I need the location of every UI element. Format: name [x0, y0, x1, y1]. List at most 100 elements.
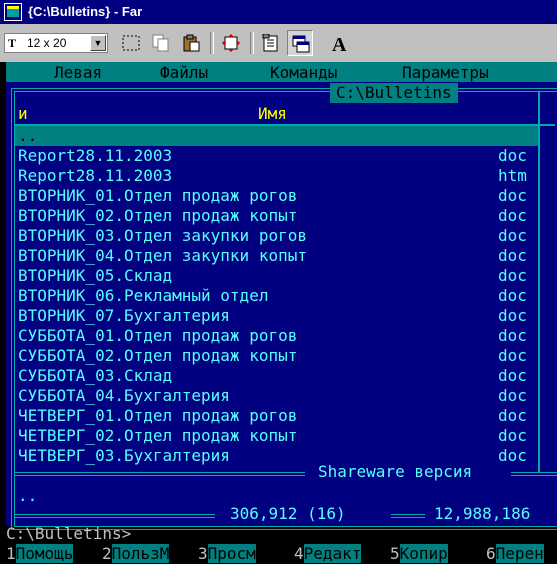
fullscreen-icon	[222, 34, 240, 52]
font-button[interactable]: A	[326, 30, 352, 56]
key-f2[interactable]: 2ПользМ	[102, 544, 170, 564]
menu-left[interactable]: Левая	[54, 63, 102, 82]
file-row[interactable]: Report28.11.2003 doc	[18, 146, 543, 166]
parent-dir: ..	[18, 126, 38, 145]
file-name: ВТОРНИК_03.Отдел закупки рогов	[18, 226, 307, 245]
file-ext: doc	[498, 326, 527, 345]
file-row[interactable]: СУББОТА_03.Склад doc	[18, 366, 543, 386]
file-name: СУББОТА_04.Бухгалтерия	[18, 386, 230, 405]
file-name: СУББОТА_01.Отдел продаж рогов	[18, 326, 298, 345]
key-f6-label: Перен	[495, 544, 544, 563]
file-row[interactable]: СУББОТА_04.Бухгалтерия doc	[18, 386, 543, 406]
menu-bar: Левая Файлы Команды Параметры	[6, 62, 557, 82]
file-name: СУББОТА_02.Отдел продаж копыт	[18, 346, 298, 365]
command-line[interactable]: C:\Bulletins>	[6, 524, 131, 543]
info-separator	[511, 472, 557, 476]
free-space: 12,988,186	[432, 504, 533, 523]
paste-icon	[183, 34, 200, 52]
file-row[interactable]: ВТОРНИК_03.Отдел закупки рогов doc	[18, 226, 543, 246]
file-row[interactable]: Report28.11.2003 htm	[18, 166, 543, 186]
file-ext: doc	[498, 246, 527, 265]
file-ext: doc	[498, 266, 527, 285]
far-console: Левая Файлы Команды Параметры C:\Bulleti…	[0, 62, 557, 564]
key-f6[interactable]: 6Перен	[486, 544, 544, 564]
file-ext: doc	[498, 206, 527, 225]
file-ext: doc	[498, 226, 527, 245]
file-name: Report28.11.2003	[18, 166, 173, 185]
toolbar: T 12 x 20 ▼ A	[0, 24, 557, 63]
file-name: ВТОРНИК_07.Бухгалтерия	[18, 306, 230, 325]
info-separator	[15, 472, 305, 476]
key-f5[interactable]: 5Копир	[390, 544, 448, 564]
info-current-name: ..	[18, 486, 38, 505]
select-icon	[122, 35, 140, 51]
file-name: СУББОТА_03.Склад	[18, 366, 173, 385]
file-ext: doc	[498, 406, 527, 425]
menu-commands[interactable]: Команды	[270, 63, 337, 82]
toolbar-separator	[210, 32, 214, 54]
file-name: ЧЕТВЕРГ_03.Бухгалтерия	[18, 446, 230, 465]
file-row[interactable]: СУББОТА_01.Отдел продаж рогов doc	[18, 326, 543, 346]
column-header-name[interactable]: Имя	[258, 104, 287, 123]
selected-row[interactable]: ..	[15, 126, 538, 146]
file-ext: doc	[498, 286, 527, 305]
bottom-frame	[391, 514, 425, 518]
svg-text:A: A	[332, 34, 347, 54]
file-row[interactable]: ВТОРНИК_06.Рекламный отдел doc	[18, 286, 543, 306]
file-name: ВТОРНИК_02.Отдел продаж копыт	[18, 206, 298, 225]
file-row[interactable]: СУББОТА_02.Отдел продаж копыт doc	[18, 346, 543, 366]
key-f4-label: Редакт	[303, 544, 362, 563]
file-row[interactable]: ЧЕТВЕРГ_01.Отдел продаж рогов doc	[18, 406, 543, 426]
key-f1-label: Помощь	[15, 544, 74, 563]
truetype-icon: T	[8, 36, 17, 50]
menu-options[interactable]: Параметры	[402, 63, 489, 82]
file-row[interactable]: ВТОРНИК_01.Отдел продаж рогов doc	[18, 186, 543, 206]
copy-button[interactable]	[148, 30, 174, 56]
window-title: {C:\Bulletins} - Far	[28, 4, 143, 19]
chevron-down-icon[interactable]: ▼	[90, 35, 106, 51]
file-name: Report28.11.2003	[18, 146, 173, 165]
file-name: ВТОРНИК_01.Отдел продаж рогов	[18, 186, 298, 205]
file-panel[interactable]: C:\Bulletins и Имя .. Report28.11.2003 do…	[6, 82, 557, 530]
title-bar: {C:\Bulletins} - Far	[0, 0, 557, 24]
bottom-frame	[15, 514, 215, 518]
file-name: ВТОРНИК_05.Склад	[18, 266, 173, 285]
menu-files[interactable]: Файлы	[160, 63, 208, 82]
version-label: Shareware версия	[312, 462, 479, 481]
file-name: ВТОРНИК_04.Отдел закупки копыт	[18, 246, 307, 265]
background-icon	[292, 35, 310, 53]
file-ext: doc	[498, 146, 527, 165]
sort-indicator[interactable]: и	[18, 104, 28, 123]
function-key-bar: 1Помощь 2ПользМ 3Просм 4Редакт 5Копир 6П…	[6, 544, 557, 564]
key-f3[interactable]: 3Просм	[198, 544, 256, 564]
key-f1[interactable]: 1Помощь	[6, 544, 74, 564]
font-size-select[interactable]: T 12 x 20 ▼	[4, 33, 108, 53]
background-button[interactable]	[287, 30, 313, 56]
total-size-count: 306,912 (16)	[228, 504, 348, 523]
font-icon: A	[332, 34, 347, 54]
key-f2-label: ПользМ	[111, 544, 170, 563]
file-ext: doc	[498, 426, 527, 445]
key-f3-label: Просм	[207, 544, 256, 563]
file-row[interactable]: ВТОРНИК_05.Склад doc	[18, 266, 543, 286]
file-row[interactable]: ВТОРНИК_04.Отдел закупки копыт doc	[18, 246, 543, 266]
file-name: ВТОРНИК_06.Рекламный отдел	[18, 286, 269, 305]
file-ext: doc	[498, 186, 527, 205]
copy-icon	[152, 34, 169, 52]
toolbar-separator	[250, 32, 254, 54]
fullscreen-button[interactable]	[218, 30, 244, 56]
file-name: ЧЕТВЕРГ_02.Отдел продаж копыт	[18, 426, 298, 445]
paste-button[interactable]	[178, 30, 204, 56]
file-name: ЧЕТВЕРГ_01.Отдел продаж рогов	[18, 406, 298, 425]
key-f5-label: Копир	[399, 544, 448, 563]
file-ext: doc	[498, 386, 527, 405]
key-f4[interactable]: 4Редакт	[294, 544, 362, 564]
file-ext: doc	[498, 306, 527, 325]
file-ext: htm	[498, 166, 527, 185]
properties-button[interactable]	[258, 30, 284, 56]
file-row[interactable]: ВТОРНИК_02.Отдел продаж копыт doc	[18, 206, 543, 226]
far-app-icon[interactable]	[4, 3, 22, 21]
mark-button[interactable]	[118, 30, 144, 56]
file-row[interactable]: ЧЕТВЕРГ_02.Отдел продаж копыт doc	[18, 426, 543, 446]
file-row[interactable]: ВТОРНИК_07.Бухгалтерия doc	[18, 306, 543, 326]
